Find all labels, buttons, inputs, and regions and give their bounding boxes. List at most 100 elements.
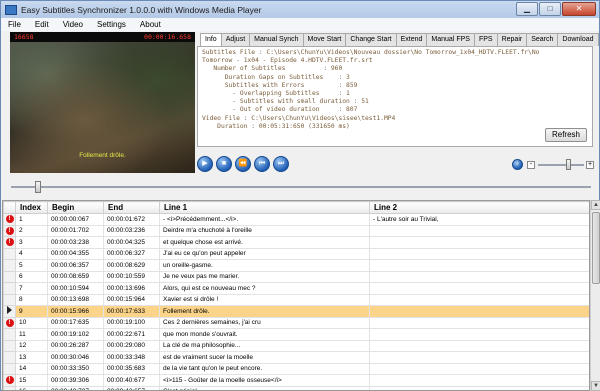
- cell-end[interactable]: 00:00:06:327: [103, 247, 160, 260]
- cell-line2[interactable]: [369, 374, 589, 387]
- tab-manual-fps[interactable]: Manual FPS: [426, 33, 475, 46]
- cell-begin[interactable]: 00:00:04:355: [47, 247, 104, 260]
- cell-end[interactable]: 00:00:29:080: [103, 339, 160, 352]
- cell-index[interactable]: 1: [15, 213, 48, 226]
- cell-line1[interactable]: J'ai eu ce qu'on peut appeler: [159, 247, 370, 260]
- table-row[interactable]: ! 2 00:00:01:702 00:00:03:236 Deirdre m'a ch…: [3, 224, 589, 237]
- scroll-up-arrow[interactable]: ▲: [591, 200, 600, 210]
- cell-begin[interactable]: 00:00:39:306: [47, 374, 104, 387]
- table-row[interactable]: ! 15 00:00:39:306 00:00:40:677 <i>115 - Goût…: [3, 374, 589, 387]
- cell-line1[interactable]: C'est génial.: [159, 385, 370, 390]
- cell-line2[interactable]: [369, 316, 589, 329]
- cell-end[interactable]: 00:00:40:677: [103, 374, 160, 387]
- tab-repair[interactable]: Repair: [496, 33, 528, 46]
- cell-line1[interactable]: Alors, qui est ce nouveau mec ?: [159, 282, 370, 295]
- cell-begin[interactable]: 00:00:40:707: [47, 385, 104, 390]
- tab-move-start[interactable]: Move Start: [302, 33, 347, 46]
- menu-edit[interactable]: Edit: [28, 20, 56, 29]
- cell-index[interactable]: 8: [15, 293, 48, 306]
- cell-index[interactable]: 12: [15, 339, 48, 352]
- cell-line1[interactable]: Deirdre m'a chuchoté à l'oreille: [159, 224, 370, 237]
- cell-line1[interactable]: et quelque chose est arrivé.: [159, 236, 370, 249]
- cell-line2[interactable]: [369, 224, 589, 237]
- row-selector[interactable]: [3, 259, 16, 272]
- cell-index[interactable]: 11: [15, 328, 48, 341]
- cell-index[interactable]: 9: [15, 305, 48, 318]
- row-selector[interactable]: !: [3, 374, 16, 387]
- cell-begin[interactable]: 00:00:06:357: [47, 259, 104, 272]
- cell-index[interactable]: 2: [15, 224, 48, 237]
- cell-line2[interactable]: [369, 339, 589, 352]
- cell-line1[interactable]: un oreille-gasme.: [159, 259, 370, 272]
- cell-end[interactable]: 00:00:33:348: [103, 351, 160, 364]
- menu-video[interactable]: Video: [56, 20, 90, 29]
- play-button[interactable]: ▶: [197, 156, 213, 172]
- grid-scrollbar[interactable]: ▲ ▼: [590, 200, 600, 391]
- header-line1[interactable]: Line 1: [159, 201, 370, 214]
- title-bar[interactable]: Easy Subtitles Synchronizer 1.0.0.0 with…: [1, 1, 599, 18]
- scrollbar-thumb[interactable]: [592, 212, 600, 284]
- refresh-button[interactable]: Refresh: [544, 128, 587, 142]
- position-slider-thumb[interactable]: [35, 181, 41, 193]
- cell-end[interactable]: 00:00:04:325: [103, 236, 160, 249]
- cell-end[interactable]: 00:00:19:100: [103, 316, 160, 329]
- cell-index[interactable]: 10: [15, 316, 48, 329]
- cell-begin[interactable]: 00:00:33:350: [47, 362, 104, 375]
- row-selector[interactable]: [3, 328, 16, 341]
- volume-slider-thumb[interactable]: [566, 159, 571, 170]
- table-row[interactable]: 14 00:00:33:350 00:00:35:683 de la vie tant…: [3, 362, 589, 375]
- cell-begin[interactable]: 00:00:03:238: [47, 236, 104, 249]
- table-row[interactable]: 4 00:00:04:355 00:00:06:327 J'ai eu ce qu'o…: [3, 247, 589, 260]
- volume-slider-track[interactable]: [538, 164, 584, 166]
- cell-end[interactable]: 00:00:10:559: [103, 270, 160, 283]
- tab-fps[interactable]: FPS: [473, 33, 498, 46]
- cell-end[interactable]: 00:00:22:671: [103, 328, 160, 341]
- menu-about[interactable]: About: [133, 20, 168, 29]
- tab-download[interactable]: Download: [557, 33, 599, 46]
- position-slider-track[interactable]: [11, 186, 591, 188]
- cell-index[interactable]: 15: [15, 374, 48, 387]
- header-begin[interactable]: Begin: [47, 201, 104, 214]
- cell-line2[interactable]: - L'autre soir au Trivial,: [369, 213, 589, 226]
- cell-line1[interactable]: <i>115 - Goûter de la moelle osseuse</i>: [159, 374, 370, 387]
- speaker-icon[interactable]: ♪: [512, 159, 523, 170]
- cell-line1[interactable]: Follement drôle.: [159, 305, 370, 318]
- video-player[interactable]: 16658 00:00:16.658 Follement drôle.: [10, 32, 195, 173]
- cell-begin[interactable]: 00:00:15:966: [47, 305, 104, 318]
- cell-begin[interactable]: 00:00:10:594: [47, 282, 104, 295]
- cell-index[interactable]: 6: [15, 270, 48, 283]
- cell-begin[interactable]: 00:00:19:102: [47, 328, 104, 341]
- previous-button[interactable]: ⏮: [254, 156, 270, 172]
- cell-line2[interactable]: [369, 270, 589, 283]
- cell-line1[interactable]: Xavier est si drôle !: [159, 293, 370, 306]
- cell-begin[interactable]: 00:00:30:046: [47, 351, 104, 364]
- scroll-down-arrow[interactable]: ▼: [591, 381, 600, 391]
- row-selector[interactable]: !: [3, 236, 16, 249]
- cell-index[interactable]: 13: [15, 351, 48, 364]
- row-selector[interactable]: [3, 385, 16, 390]
- cell-end[interactable]: 00:00:01:672: [103, 213, 160, 226]
- table-row[interactable]: 7 00:00:10:594 00:00:13:696 Alors, qui est …: [3, 282, 589, 295]
- cell-index[interactable]: 7: [15, 282, 48, 295]
- tab-search[interactable]: Search: [526, 33, 559, 46]
- cell-line1[interactable]: Ces 2 dernières semaines, j'ai cru: [159, 316, 370, 329]
- cell-line2[interactable]: [369, 305, 589, 318]
- cell-index[interactable]: 5: [15, 259, 48, 272]
- tab-extend[interactable]: Extend: [395, 33, 428, 46]
- cell-line2[interactable]: [369, 282, 589, 295]
- next-button[interactable]: ⏭: [273, 156, 289, 172]
- row-selector[interactable]: [3, 282, 16, 295]
- cell-index[interactable]: 4: [15, 247, 48, 260]
- cell-line2[interactable]: [369, 362, 589, 375]
- row-selector[interactable]: [3, 351, 16, 364]
- rewind-button[interactable]: ⏪: [235, 156, 251, 172]
- tab-adjust[interactable]: Adjust: [220, 33, 251, 46]
- table-row[interactable]: 12 00:00:26:287 00:00:29:080 La clé de ma p…: [3, 339, 589, 352]
- row-selector[interactable]: [3, 305, 16, 318]
- cell-line2[interactable]: [369, 259, 589, 272]
- cell-line1[interactable]: que mon monde s'ouvrait.: [159, 328, 370, 341]
- row-selector[interactable]: [3, 293, 16, 306]
- table-row[interactable]: 9 00:00:15:966 00:00:17:633 Follement drôle…: [3, 305, 589, 318]
- tab-info[interactable]: Info: [200, 33, 222, 47]
- stop-button[interactable]: ■: [216, 156, 232, 172]
